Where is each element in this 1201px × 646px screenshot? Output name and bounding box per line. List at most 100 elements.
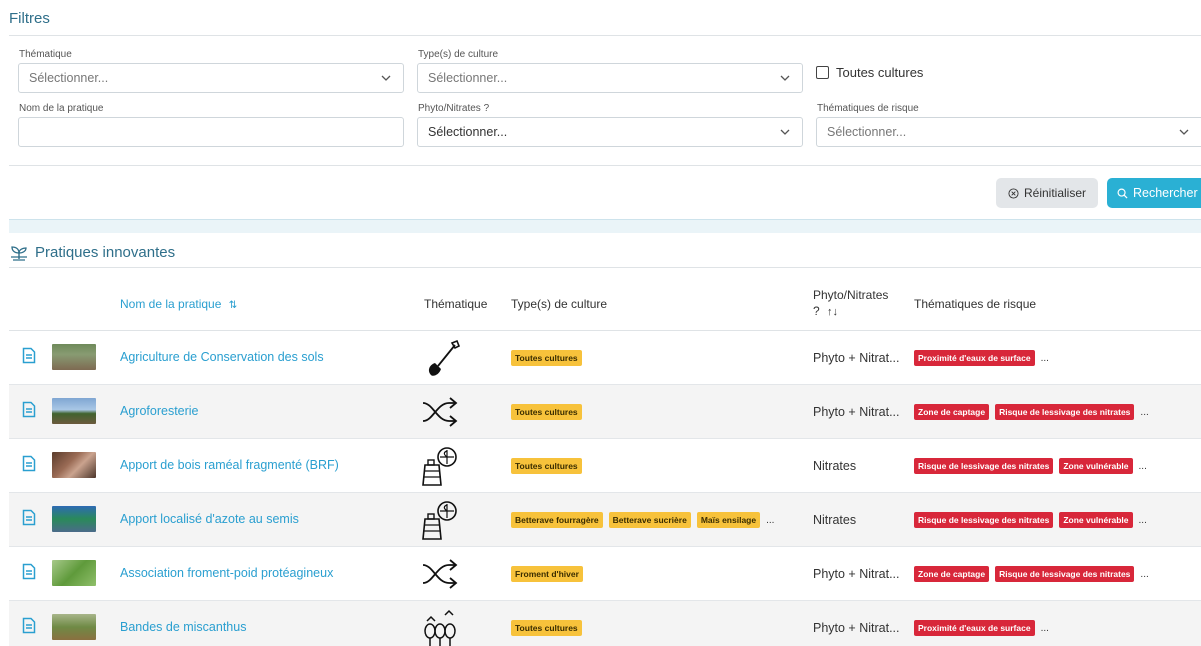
- practice-thumbnail: [52, 506, 96, 532]
- column-header-name[interactable]: Nom de la pratique ⇅: [120, 297, 237, 311]
- phyto-value: Phyto + Nitrat...: [813, 405, 900, 419]
- table-row[interactable]: Apport localisé d'azote au semis Bettera…: [9, 493, 1201, 547]
- risk-tags: Risque de lessivage des nitrates Zone vul…: [914, 512, 1147, 528]
- culture-select[interactable]: Sélectionner...: [417, 63, 803, 93]
- culture-tag: Toutes cultures: [511, 350, 582, 366]
- toutes-cultures-label: Toutes cultures: [836, 65, 924, 80]
- more-indicator: ...: [1138, 514, 1147, 526]
- culture-tags: Betterave fourragère Betterave sucrière Ma…: [511, 512, 774, 528]
- search-button[interactable]: Rechercher: [1107, 178, 1201, 208]
- divider: [9, 267, 1201, 268]
- culture-tag: Betterave fourragère: [511, 512, 603, 528]
- risk-tag: Risque de lessivage des nitrates: [995, 566, 1135, 582]
- phyto-select-value: Sélectionner...: [428, 125, 508, 139]
- risque-select-value: Sélectionner...: [827, 125, 907, 139]
- risk-tag: Risque de lessivage des nitrates: [995, 404, 1135, 420]
- nom-input[interactable]: [18, 117, 404, 147]
- fertilizer-bag-icon: [419, 499, 461, 541]
- risk-tags: Proximité d'eaux de surface...: [914, 350, 1049, 366]
- search-label: Rechercher: [1133, 186, 1198, 200]
- chevron-down-icon: [780, 75, 790, 81]
- table-row[interactable]: Agroforesterie Toutes cultures Phyto + N…: [9, 385, 1201, 439]
- section-title: Pratiques innovantes: [9, 244, 175, 261]
- thematique-select[interactable]: Sélectionner...: [18, 63, 404, 93]
- sprout-icon: [11, 245, 27, 261]
- document-icon[interactable]: [22, 509, 36, 526]
- practice-name-link[interactable]: Bandes de miscanthus: [120, 620, 246, 634]
- risk-tag: Zone de captage: [914, 404, 990, 420]
- reset-button[interactable]: Réinitialiser: [996, 178, 1098, 208]
- phyto-label: Phyto/Nitrates ?: [418, 103, 490, 114]
- culture-tag: Toutes cultures: [511, 620, 582, 636]
- more-indicator: ...: [1040, 622, 1049, 634]
- table-row[interactable]: Association froment-poid protéagineux Fr…: [9, 547, 1201, 601]
- column-header-phyto[interactable]: Phyto/Nitrates ? ↑↓: [813, 288, 888, 318]
- document-icon[interactable]: [22, 347, 36, 364]
- document-icon[interactable]: [22, 563, 36, 580]
- risk-tag: Risque de lessivage des nitrates: [914, 458, 1054, 474]
- chevron-down-icon: [780, 129, 790, 135]
- shovel-icon: [419, 337, 461, 379]
- chevron-down-icon: [381, 75, 391, 81]
- practice-thumbnail: [52, 614, 96, 640]
- risque-label: Thématiques de risque: [817, 103, 919, 114]
- practice-thumbnail: [52, 398, 96, 424]
- risk-tag: Zone vulnérable: [1059, 458, 1133, 474]
- toutes-cultures-checkbox[interactable]: Toutes cultures: [816, 65, 923, 80]
- filters-title: Filtres: [9, 10, 50, 27]
- culture-tag: Maïs ensilage: [696, 512, 761, 528]
- risk-tags: Proximité d'eaux de surface...: [914, 620, 1049, 636]
- trees-icon: [419, 607, 461, 646]
- practice-thumbnail: [52, 560, 96, 586]
- phyto-select[interactable]: Sélectionner...: [417, 117, 803, 147]
- culture-tag: Betterave sucrière: [608, 512, 691, 528]
- phyto-value: Phyto + Nitrat...: [813, 621, 900, 635]
- document-icon[interactable]: [22, 455, 36, 472]
- more-indicator: ...: [1040, 352, 1049, 364]
- practice-thumbnail: [52, 344, 96, 370]
- chevron-down-icon: [1179, 129, 1189, 135]
- phyto-value: Phyto + Nitrat...: [813, 567, 900, 581]
- culture-tag: Froment d'hiver: [511, 566, 583, 582]
- section-title-text: Pratiques innovantes: [35, 244, 176, 261]
- risk-tag: Zone vulnérable: [1059, 512, 1133, 528]
- culture-tags: Toutes cultures: [511, 404, 588, 420]
- risk-tag: Proximité d'eaux de surface: [914, 350, 1035, 366]
- document-icon[interactable]: [22, 617, 36, 634]
- sort-icon[interactable]: ↑↓: [827, 306, 838, 318]
- phyto-value: Nitrates: [813, 513, 857, 527]
- culture-tags: Toutes cultures: [511, 620, 588, 636]
- document-icon[interactable]: [22, 401, 36, 418]
- thematique-select-value: Sélectionner...: [29, 71, 109, 85]
- checkbox-box[interactable]: [816, 66, 829, 79]
- column-header-theme: Thématique: [424, 297, 488, 311]
- more-indicator: ...: [766, 514, 775, 526]
- risque-select[interactable]: Sélectionner...: [816, 117, 1201, 147]
- column-header-culture: Type(s) de culture: [511, 297, 608, 311]
- risk-tag: Risque de lessivage des nitrates: [914, 512, 1054, 528]
- more-indicator: ...: [1140, 406, 1149, 418]
- risk-tag: Proximité d'eaux de surface: [914, 620, 1035, 636]
- shuffle-icon: [419, 553, 461, 595]
- nom-label: Nom de la pratique: [19, 103, 104, 114]
- column-header-risk: Thématiques de risque: [914, 297, 1037, 311]
- culture-tags: Toutes cultures: [511, 350, 588, 366]
- culture-label: Type(s) de culture: [418, 49, 499, 60]
- practice-name-link[interactable]: Agroforesterie: [120, 404, 199, 418]
- divider: [9, 165, 1201, 166]
- practice-name-link[interactable]: Apport localisé d'azote au semis: [120, 512, 299, 526]
- table-row[interactable]: Apport de bois raméal fragmenté (BRF) To…: [9, 439, 1201, 493]
- phyto-value: Nitrates: [813, 459, 857, 473]
- phyto-value: Phyto + Nitrat...: [813, 351, 900, 365]
- table-row[interactable]: Agriculture de Conservation des sols Tou…: [9, 331, 1201, 385]
- separator-band: [9, 219, 1201, 233]
- practice-name-link[interactable]: Agriculture de Conservation des sols: [120, 350, 324, 364]
- practice-name-link[interactable]: Apport de bois raméal fragmenté (BRF): [120, 458, 339, 472]
- column-header-phyto-label: Phyto/Nitrates: [813, 288, 889, 302]
- table-row[interactable]: Bandes de miscanthus Toutes cultures Phy…: [9, 601, 1201, 646]
- close-circle-icon: [1008, 187, 1019, 199]
- culture-tag: Toutes cultures: [511, 404, 582, 420]
- practice-name-link[interactable]: Association froment-poid protéagineux: [120, 566, 333, 580]
- risk-tags: Risque de lessivage des nitrates Zone vul…: [914, 458, 1147, 474]
- sort-asc-icon[interactable]: ⇅: [229, 300, 237, 311]
